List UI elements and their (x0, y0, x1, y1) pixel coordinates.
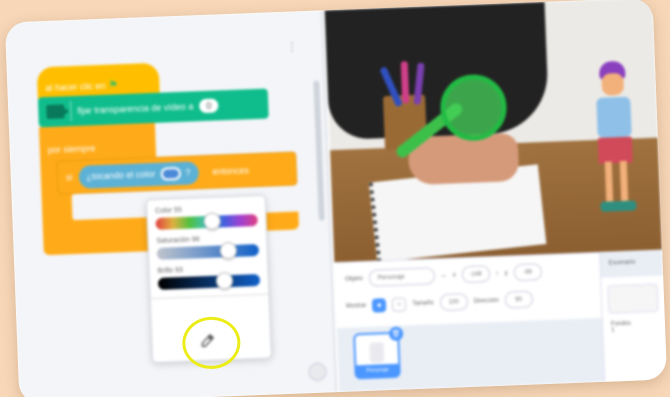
saturation-label: Saturación (156, 236, 190, 245)
sensing-label: ¿tocando el color (86, 168, 156, 182)
y-arrows-icon: ↕ (495, 270, 499, 277)
brightness-slider[interactable] (157, 272, 261, 290)
zoom-reset-button[interactable] (308, 362, 327, 382)
brightness-row: Brillo 93 (157, 264, 261, 290)
sprite-label: Objeto (344, 275, 363, 283)
ext-block-label: fijar transparencia de vídeo a (77, 101, 194, 116)
sensing-suffix: ? (185, 167, 191, 178)
color-row: Color 55 (155, 204, 258, 231)
code-scrollbar[interactable] (313, 80, 325, 221)
size-label: Tamaño (412, 299, 434, 307)
x-label: x (452, 271, 456, 279)
sprite-tile-name: Personaje (356, 363, 399, 378)
size-input[interactable]: 100 (439, 293, 468, 312)
color-swatch[interactable] (160, 166, 181, 181)
sprite-thumbnail (369, 342, 385, 363)
code-area[interactable]: ⋮ al hacer clic en ⚑ fijar transparencia … (4, 10, 338, 397)
then-label: entonces (212, 165, 250, 177)
color-value: 55 (173, 206, 182, 215)
stage-selector-panel[interactable]: Escenario Fondos 1 (599, 249, 668, 382)
x-arrows-icon: ↔ (440, 272, 447, 279)
forever-label: por siempre (47, 143, 96, 156)
block-separator (69, 101, 72, 122)
saturation-slider[interactable] (156, 241, 260, 260)
backdrop-thumbnail[interactable] (607, 283, 659, 314)
y-label: y (504, 269, 508, 277)
brightness-value: 93 (174, 266, 183, 275)
more-options-icon[interactable]: ⋮ (286, 39, 299, 53)
hue-slider-knob[interactable] (203, 212, 222, 231)
hat-label: al hacer clic en (45, 80, 106, 94)
app-window: ⋮ al hacer clic en ⚑ fijar transparencia … (4, 0, 668, 397)
delete-sprite-icon[interactable]: 🗑 (388, 326, 404, 342)
saturation-value: 96 (191, 236, 200, 244)
picker-divider (150, 293, 269, 300)
y-input[interactable]: -99 (513, 263, 542, 282)
color-label: Color (155, 207, 173, 215)
hue-slider[interactable] (155, 212, 258, 231)
stage-panel-header: Escenario (600, 249, 664, 278)
show-hidden-icon[interactable]: ○ (392, 296, 407, 312)
direction-input[interactable]: 90 (504, 290, 533, 309)
brightness-slider-knob[interactable] (215, 272, 234, 290)
if-label: si (65, 172, 73, 183)
brightness-label: Brillo (157, 267, 174, 275)
transparency-input[interactable]: 0 (199, 98, 219, 114)
show-visible-icon[interactable]: ● (372, 297, 387, 313)
video-camera-icon (46, 104, 65, 120)
saturation-row: Saturación 96 (156, 234, 260, 260)
x-input[interactable]: -148 (461, 265, 490, 284)
touching-color-block[interactable]: ¿tocando el color ? (77, 160, 199, 189)
backdrops-count: 1 (611, 327, 615, 334)
show-label: Mostrar (345, 302, 367, 310)
direction-label: Dirección (473, 297, 499, 305)
character-sprite[interactable] (587, 60, 645, 232)
stage[interactable] (324, 0, 663, 263)
green-flag-icon: ⚑ (108, 79, 119, 92)
sprite-name-input[interactable]: Personaje (368, 267, 435, 287)
sprite-info-panel: Objeto Personaje ↔ x -148 ↕ y -99 Mostra… (334, 251, 602, 329)
saturation-slider-knob[interactable] (219, 241, 238, 260)
sprite-list: Personaje 🗑 (336, 317, 605, 393)
